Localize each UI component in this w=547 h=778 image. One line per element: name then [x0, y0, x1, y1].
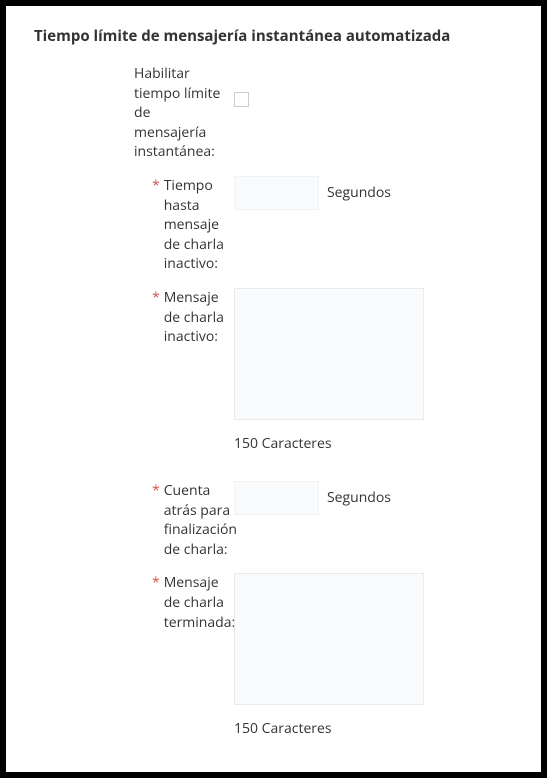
- row-enable-timeout: Habilitar tiempo límite de mensajería in…: [34, 64, 513, 162]
- required-asterisk: *: [152, 179, 160, 193]
- required-asterisk: *: [152, 291, 160, 305]
- countdown-input[interactable]: [234, 481, 319, 515]
- label-col: * Cuenta atrás para finalización de char…: [34, 481, 234, 559]
- ended-msg-textarea[interactable]: [234, 573, 424, 705]
- required-asterisk: *: [152, 484, 160, 498]
- label-col: * Tiempo hasta mensaje de charla inactiv…: [34, 176, 234, 274]
- required-asterisk: *: [152, 576, 160, 590]
- input-col: 150 Caracteres: [234, 288, 513, 453]
- settings-panel: Tiempo límite de mensajería instantánea …: [6, 6, 541, 772]
- input-col: Segundos: [234, 176, 513, 210]
- inactive-time-label: Tiempo hasta mensaje de charla inactivo:: [164, 176, 224, 274]
- inactive-time-input[interactable]: [234, 176, 319, 210]
- input-col: 150 Caracteres: [234, 573, 513, 738]
- row-countdown: * Cuenta atrás para finalización de char…: [34, 481, 513, 559]
- inactive-msg-label: Mensaje de charla inactivo:: [164, 288, 224, 347]
- input-col: [234, 64, 513, 107]
- label-col: Habilitar tiempo límite de mensajería in…: [34, 64, 234, 162]
- inactive-msg-charcount: 150 Caracteres: [234, 434, 513, 453]
- row-ended-message: * Mensaje de charla terminada: 150 Carac…: [34, 573, 513, 738]
- ended-msg-label: Mensaje de charla terminada:: [164, 573, 235, 632]
- row-inactive-time: * Tiempo hasta mensaje de charla inactiv…: [34, 176, 513, 274]
- section-title: Tiempo límite de mensajería instantánea …: [34, 26, 513, 46]
- ended-msg-charcount: 150 Caracteres: [234, 719, 513, 738]
- row-inactive-message: * Mensaje de charla inactivo: 150 Caract…: [34, 288, 513, 453]
- inactive-time-unit: Segundos: [327, 183, 391, 202]
- label-col: * Mensaje de charla inactivo:: [34, 288, 234, 347]
- inactive-msg-textarea[interactable]: [234, 288, 424, 420]
- enable-label: Habilitar tiempo límite de mensajería in…: [134, 64, 224, 162]
- countdown-unit: Segundos: [327, 488, 391, 507]
- enable-checkbox[interactable]: [234, 92, 249, 107]
- countdown-label: Cuenta atrás para finalización de charla…: [164, 481, 237, 559]
- input-col: Segundos: [234, 481, 513, 515]
- label-col: * Mensaje de charla terminada:: [34, 573, 234, 632]
